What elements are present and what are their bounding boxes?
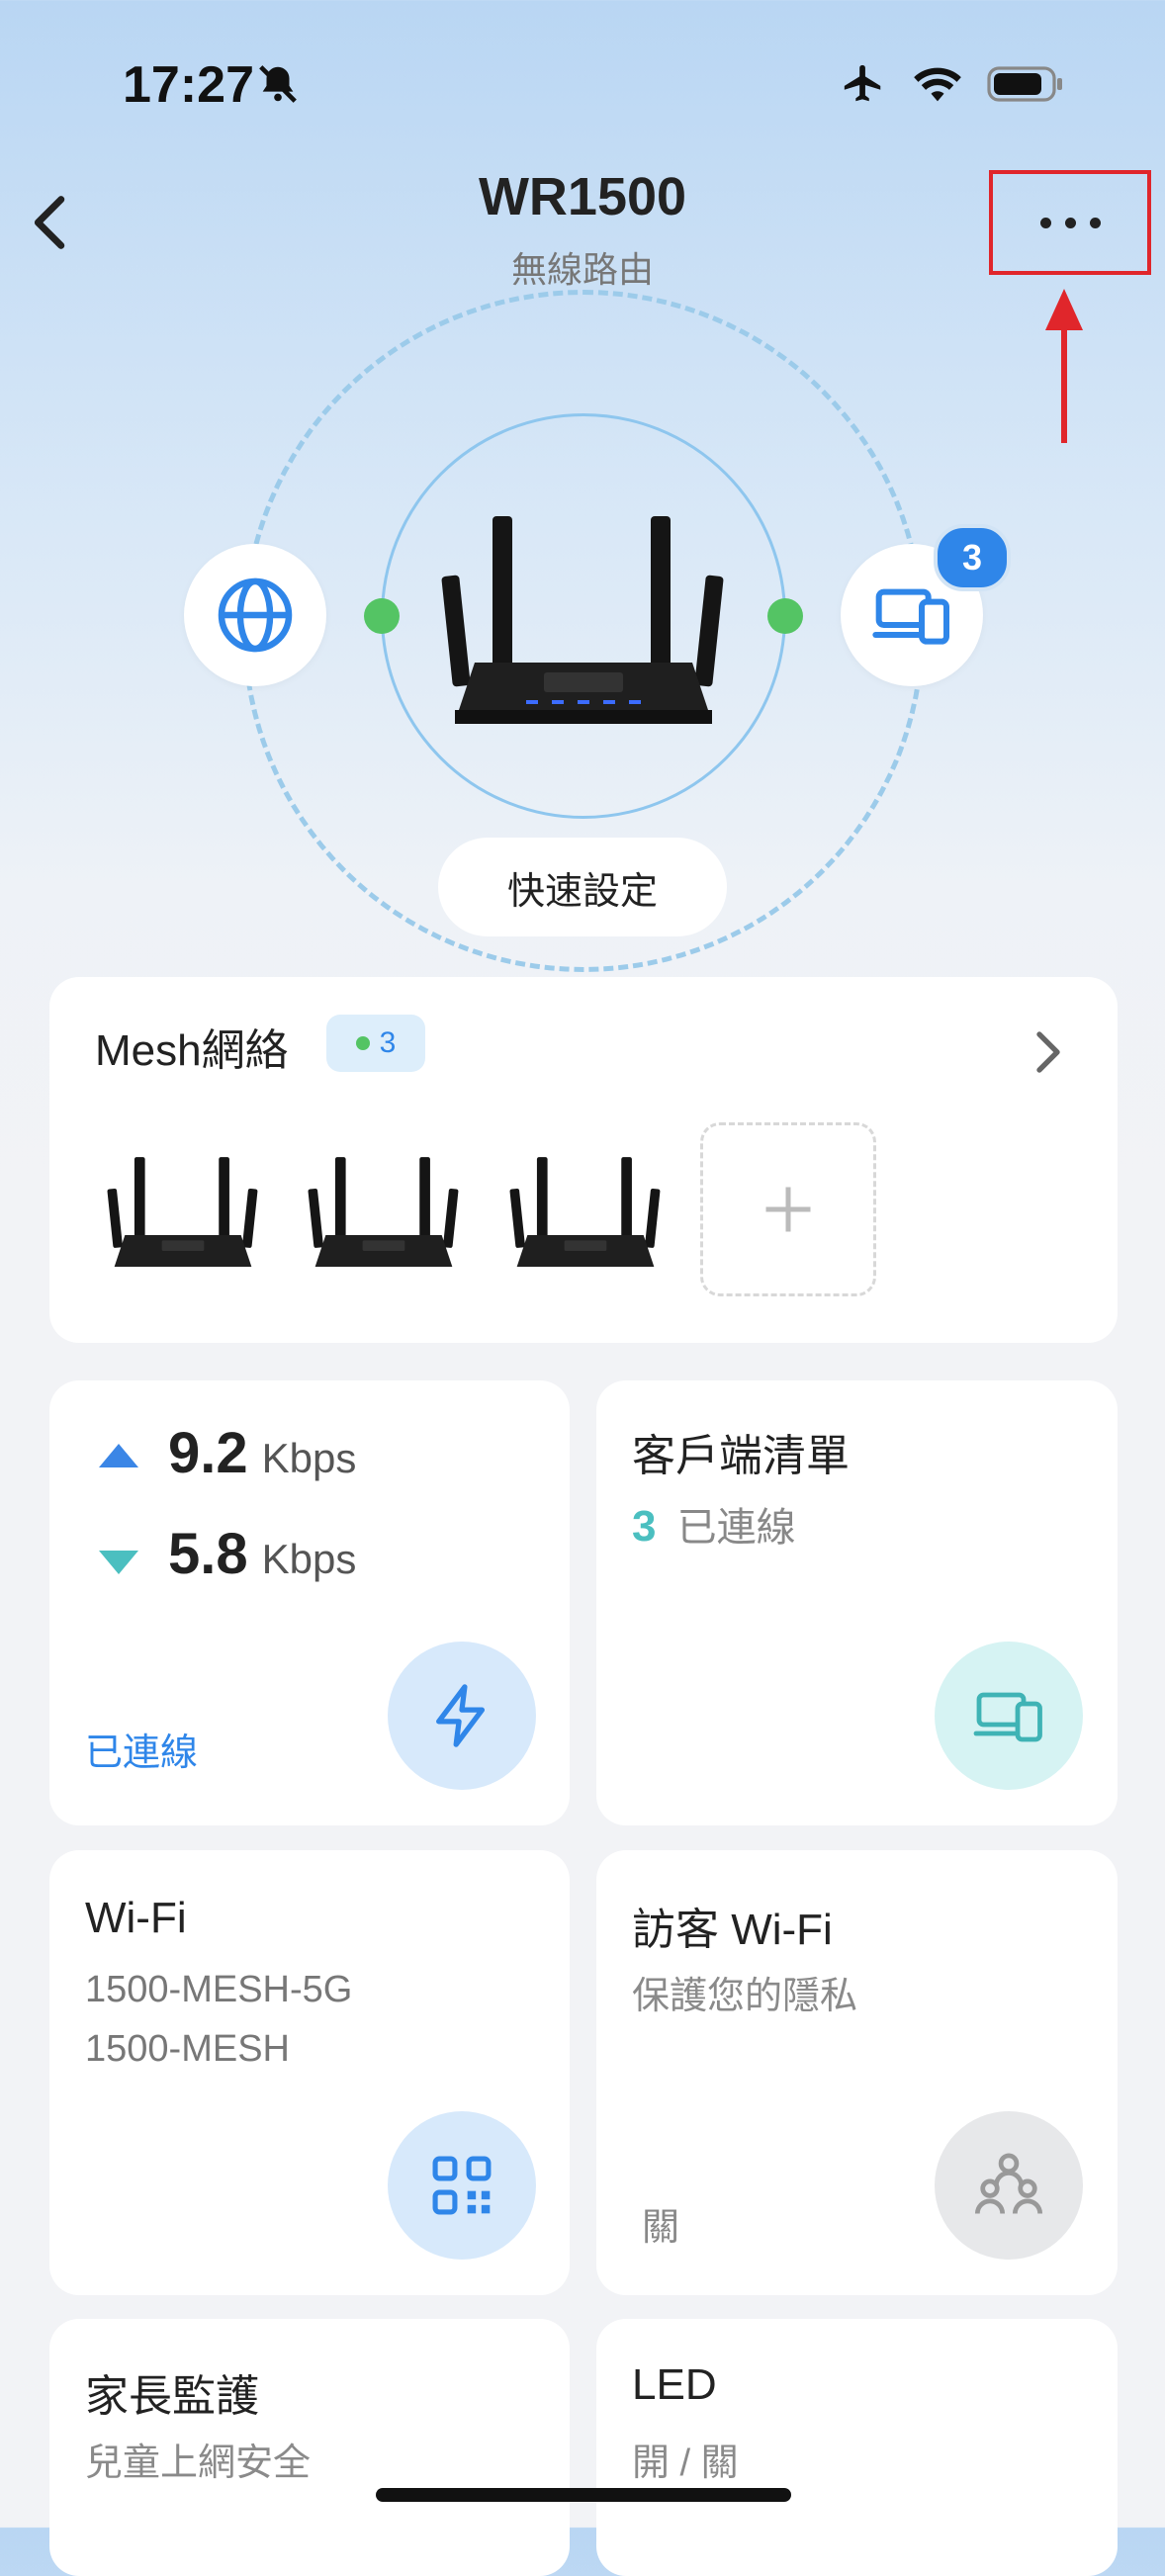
mesh-count: 3 — [379, 1026, 397, 1059]
annotation-arrow-head — [1045, 289, 1083, 330]
devices-icon — [973, 1692, 1042, 1742]
status-icons — [839, 61, 1066, 107]
guest-wifi-title: 訪客 Wi-Fi — [632, 1906, 833, 1954]
clients-count: 3 — [632, 1502, 657, 1551]
speed-test-button[interactable] — [388, 1642, 536, 1790]
battery-icon — [987, 66, 1062, 102]
mesh-node-1[interactable] — [104, 1147, 262, 1276]
clients-count-badge: 3 — [934, 524, 1011, 591]
devices-link-dot — [767, 598, 803, 634]
internet-node[interactable] — [184, 544, 326, 686]
wifi-icon — [914, 67, 961, 102]
download-unit: Kbps — [261, 1536, 357, 1582]
status-time: 17:27 — [123, 56, 254, 114]
online-dot — [355, 1036, 370, 1050]
lightning-icon — [436, 1684, 486, 1747]
upload-speed: 9.2 — [168, 1421, 248, 1485]
clients-summary: 3 已連線 — [632, 1495, 796, 1553]
airplane-icon — [844, 64, 881, 102]
devices-icon — [872, 588, 949, 645]
guest-wifi-subtitle: 保護您的隱私 — [632, 1976, 858, 2017]
wifi-title: Wi-Fi — [85, 1894, 187, 1942]
mesh-count-badge: 3 — [326, 1015, 425, 1072]
guest-wifi-state: 關 — [642, 2207, 680, 2249]
plus-icon — [765, 1187, 811, 1232]
mesh-node-2[interactable] — [305, 1147, 463, 1276]
led-card[interactable]: LED 開 / 關 — [596, 2319, 1118, 2576]
wifi-ssid-5g: 1500-MESH-5G — [85, 1969, 353, 2010]
mesh-title: Mesh網絡 — [95, 1026, 289, 1075]
guest-users-icon — [974, 2153, 1043, 2214]
internet-link-dot — [364, 598, 400, 634]
upload-arrow-icon — [99, 1444, 138, 1467]
clients-status: 已連線 — [676, 1506, 796, 1550]
speed-card[interactable]: 9.2 Kbps 5.8 Kbps 已連線 — [49, 1380, 570, 1825]
router-image — [441, 516, 724, 724]
annotation-arrow-line — [1061, 326, 1067, 443]
guest-wifi-button[interactable] — [935, 2111, 1083, 2260]
silent-bell-icon — [259, 65, 297, 103]
led-title: LED — [632, 2360, 717, 2409]
clients-title: 客戶端清單 — [632, 1432, 850, 1480]
home-indicator — [376, 2488, 791, 2502]
add-mesh-node-button[interactable] — [700, 1122, 876, 1296]
parental-control-card[interactable]: 家長監護 兒童上網安全 — [49, 2319, 570, 2576]
connection-status: 已連線 — [85, 1732, 199, 1774]
wifi-card[interactable]: Wi-Fi 1500-MESH-5G 1500-MESH — [49, 1850, 570, 2295]
download-arrow-icon — [99, 1551, 138, 1574]
qr-code-icon — [432, 2156, 492, 2215]
parental-subtitle: 兒童上網安全 — [85, 2443, 312, 2484]
download-speed: 5.8 — [168, 1522, 248, 1586]
wifi-qr-button[interactable] — [388, 2111, 536, 2260]
globe-icon — [218, 577, 293, 653]
parental-title: 家長監護 — [85, 2372, 259, 2421]
clients-button[interactable] — [935, 1642, 1083, 1790]
upload-unit: Kbps — [261, 1435, 357, 1481]
led-subtitle: 開 / 關 — [632, 2443, 739, 2484]
guest-wifi-card[interactable]: 訪客 Wi-Fi 保護您的隱私 關 — [596, 1850, 1118, 2295]
quick-setup-button[interactable]: 快速設定 — [438, 838, 727, 936]
wifi-ssid-24g: 1500-MESH — [85, 2028, 290, 2070]
clients-card[interactable]: 客戶端清單 3 已連線 — [596, 1380, 1118, 1825]
mesh-node-3[interactable] — [506, 1147, 665, 1276]
more-options-button[interactable] — [989, 170, 1151, 275]
chevron-right-icon — [1036, 1031, 1060, 1073]
